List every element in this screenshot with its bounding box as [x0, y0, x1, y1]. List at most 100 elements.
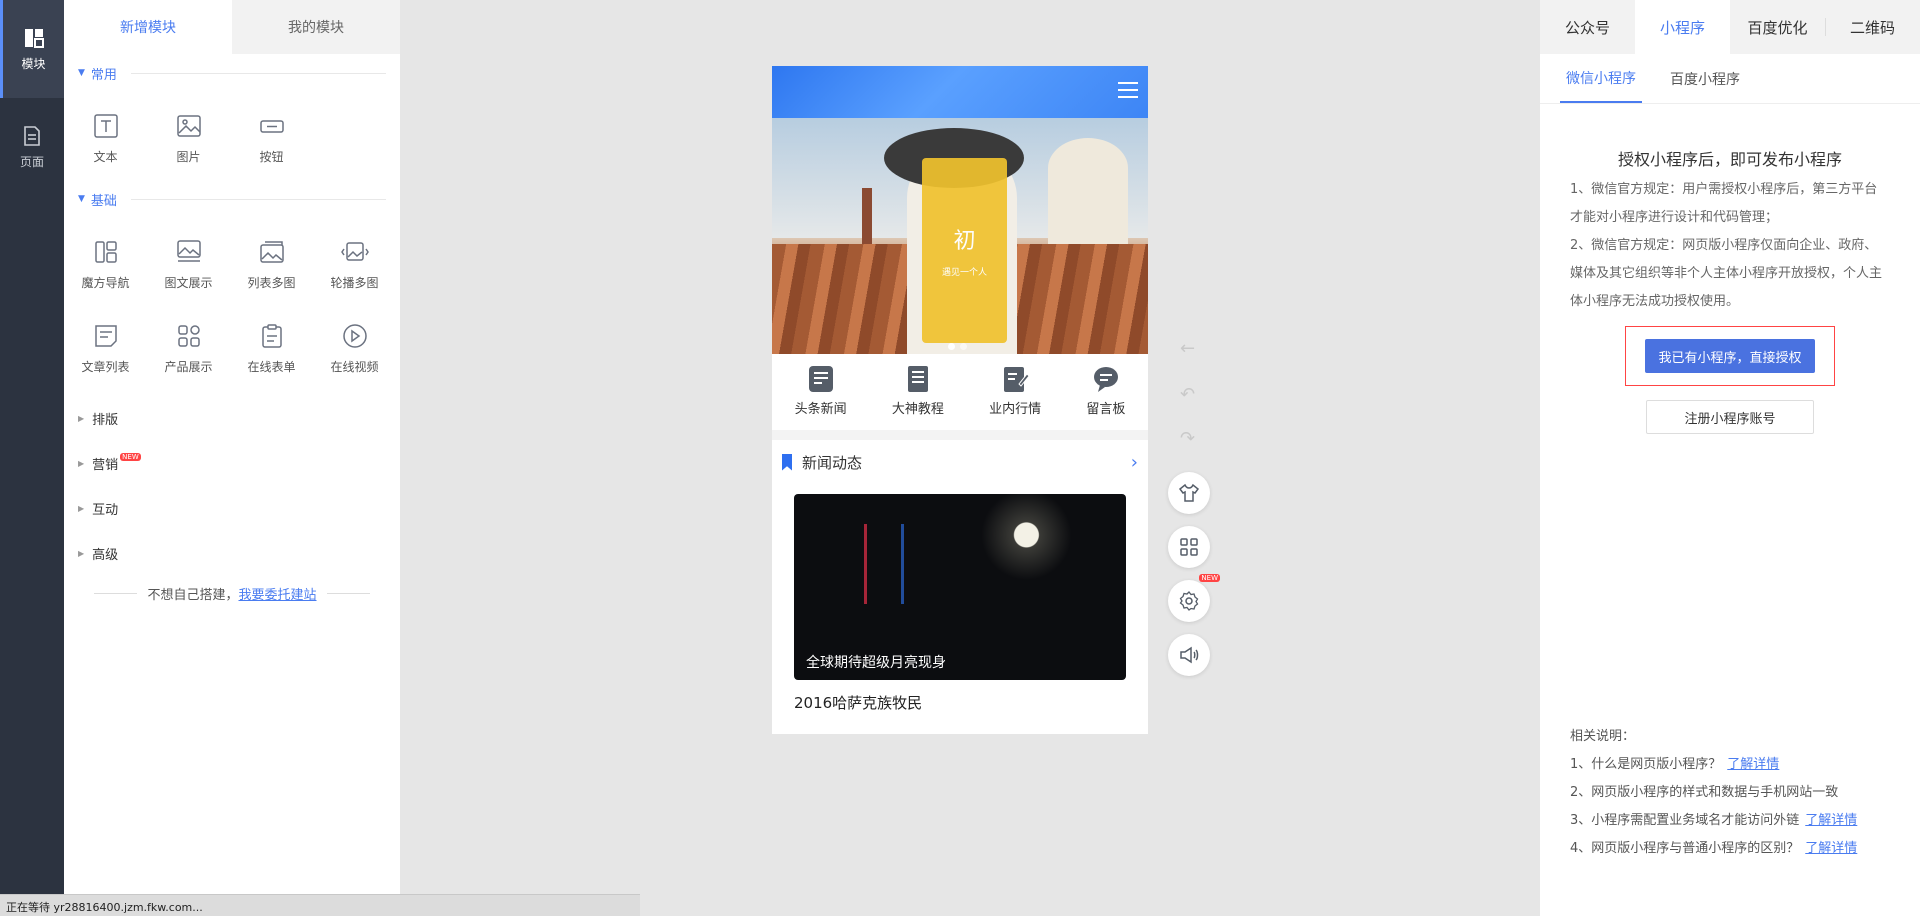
module-image[interactable]: 图片	[147, 96, 230, 180]
chevron-right-icon[interactable]: ›	[1131, 452, 1138, 473]
authorize-button[interactable]: 我已有小程序，直接授权	[1645, 339, 1815, 373]
gear-icon	[1179, 591, 1199, 611]
modules-button[interactable]	[1168, 526, 1210, 568]
note-item: 4、网页版小程序与普通小程序的区别？ 了解详情	[1570, 835, 1857, 863]
undo-icon[interactable]: ↶	[1180, 384, 1195, 405]
tab-add-module[interactable]: 新增模块	[64, 0, 232, 54]
tab-mini-program[interactable]: 小程序	[1635, 0, 1730, 54]
news-image[interactable]: 全球期待超级月亮现身	[794, 494, 1126, 680]
quick-nav-label: 头条新闻	[794, 402, 847, 417]
new-badge: NEW	[120, 452, 141, 461]
caret-right-icon: ▶	[78, 459, 85, 468]
edit-doc-icon	[1004, 367, 1030, 392]
news-image-neon	[864, 524, 904, 604]
subtab-wechat[interactable]: 微信小程序	[1560, 54, 1642, 103]
carousel-icon	[340, 241, 369, 261]
auth-title: 授权小程序后，即可发布小程序	[1617, 150, 1842, 169]
redo-icon[interactable]: ↷	[1180, 428, 1195, 449]
module-cube-nav[interactable]: 魔方导航	[64, 222, 147, 306]
poster-small-text: 遇见一个人	[941, 268, 987, 278]
module-carousel[interactable]: 轮播多图	[313, 222, 396, 306]
module-button[interactable]: 按钮	[230, 96, 313, 180]
group-title: 排版	[92, 413, 119, 428]
quick-nav-tutorial[interactable]: 大神教程	[892, 364, 944, 430]
banner-poster: 初 遇见一个人	[922, 158, 1007, 343]
chat-bubble-icon	[1093, 367, 1118, 392]
banner-carousel[interactable]: 初 遇见一个人	[772, 118, 1148, 354]
settings-button[interactable]: NEW	[1168, 574, 1220, 622]
list-images-icon	[259, 240, 284, 263]
cube-nav-icon	[94, 240, 117, 263]
group-title: 常用	[90, 67, 117, 83]
note-item: 2、网页版小程序的样式和数据与手机网站一致	[1570, 779, 1857, 807]
caret-right-icon: ▶	[78, 504, 85, 513]
divider	[326, 593, 370, 594]
group-layout[interactable]: ▶ 排版	[64, 396, 400, 441]
register-button[interactable]: 注册小程序账号	[1646, 400, 1814, 434]
module-video[interactable]: 在线视频	[313, 306, 396, 390]
bookmark-icon	[782, 453, 792, 471]
news-title[interactable]: 2016哈萨克族牧民	[772, 680, 1148, 725]
module-image-text[interactable]: 图文展示	[147, 222, 230, 306]
module-product[interactable]: 产品展示	[147, 306, 230, 390]
module-label: 图文展示	[164, 275, 213, 290]
mini-program-subtabs: 微信小程序 百度小程序	[1540, 54, 1920, 104]
theme-button[interactable]	[1168, 472, 1210, 514]
auth-highlight-box: 我已有小程序，直接授权	[1625, 326, 1835, 386]
quick-nav-market[interactable]: 业内行情	[989, 364, 1041, 430]
note-link[interactable]: 了解详情	[1727, 757, 1779, 772]
notes-title: 相关说明：	[1570, 729, 1636, 744]
group-advanced[interactable]: ▶ 高级	[64, 531, 400, 576]
module-label: 在线表单	[247, 359, 296, 374]
module-label: 图片	[176, 149, 201, 164]
menu-icon[interactable]	[1118, 82, 1138, 98]
entrust-row: 不想自己搭建， 我要委托建站	[64, 576, 400, 611]
news-doc-icon	[808, 366, 833, 392]
subtab-baidu[interactable]: 百度小程序	[1664, 54, 1746, 103]
divider	[130, 72, 386, 74]
note-link[interactable]: 了解详情	[1805, 841, 1857, 856]
carousel-dots	[948, 343, 967, 350]
quick-nav-headline[interactable]: 头条新闻	[795, 364, 847, 430]
image-icon	[176, 114, 201, 137]
tab-qrcode[interactable]: 二维码	[1825, 0, 1920, 54]
quick-nav-label: 业内行情	[989, 402, 1042, 417]
carousel-dot[interactable]	[948, 343, 955, 350]
group-marketing[interactable]: ▶ 营销 NEW	[64, 441, 400, 486]
group-header-basic[interactable]: ▼ 基础	[64, 180, 400, 218]
module-label: 轮播多图	[330, 275, 379, 290]
note-text: 2、网页版小程序的样式和数据与手机网站一致	[1570, 785, 1839, 800]
rail-item-module[interactable]: 模块	[0, 0, 64, 98]
module-label: 文章列表	[81, 359, 130, 374]
arrow-left-icon[interactable]: ←	[1180, 338, 1195, 359]
group-interact[interactable]: ▶ 互动	[64, 486, 400, 531]
phone-preview: 初 遇见一个人 头条新闻 大神教程 业内行情 留言板 新闻动态 › 全球期待超级…	[772, 66, 1148, 734]
entrust-link[interactable]: 我要委托建站	[239, 584, 317, 603]
rule-text: 1、微信官方规定：用户需授权小程序后，第三方平台才能对小程序进行设计和代码管理；	[1570, 182, 1878, 225]
module-grid-common: 文本 图片 按钮	[64, 92, 400, 180]
quick-nav-guestbook[interactable]: 留言板	[1086, 364, 1125, 430]
note-item: 1、什么是网页版小程序？ 了解详情	[1570, 751, 1857, 779]
module-list-images[interactable]: 列表多图	[230, 222, 313, 306]
note-text: 3、小程序需配置业务域名才能访问外链	[1570, 813, 1800, 828]
quick-nav-label: 大神教程	[891, 402, 944, 417]
carousel-dot[interactable]	[960, 343, 967, 350]
book-icon	[907, 366, 928, 392]
module-form[interactable]: 在线表单	[230, 306, 313, 390]
group-title: 高级	[92, 548, 119, 563]
rail-item-page[interactable]: 页面	[0, 98, 64, 196]
tab-official-account[interactable]: 公众号	[1540, 0, 1635, 54]
module-article-list[interactable]: 文章列表	[64, 306, 147, 390]
article-list-icon	[94, 324, 117, 347]
tab-baidu-seo[interactable]: 百度优化	[1730, 0, 1825, 54]
group-header-common[interactable]: ▼ 常用	[64, 54, 400, 92]
tab-my-module[interactable]: 我的模块	[232, 0, 400, 54]
module-grid-basic: 魔方导航 图文展示 列表多图 轮播多图 文章列表 产品展示 在线表单 在线视频	[64, 218, 400, 390]
caret-right-icon: ▶	[78, 549, 85, 558]
rule-text: 2、微信官方规定：网页版小程序仅面向企业、政府、媒体及其它组织等非个人主体小程序…	[1570, 238, 1883, 309]
broadcast-button[interactable]	[1168, 634, 1210, 676]
note-link[interactable]: 了解详情	[1805, 813, 1857, 828]
module-text[interactable]: 文本	[64, 96, 147, 180]
image-text-icon	[176, 239, 201, 262]
news-image-caption: 全球期待超级月亮现身	[806, 655, 946, 671]
